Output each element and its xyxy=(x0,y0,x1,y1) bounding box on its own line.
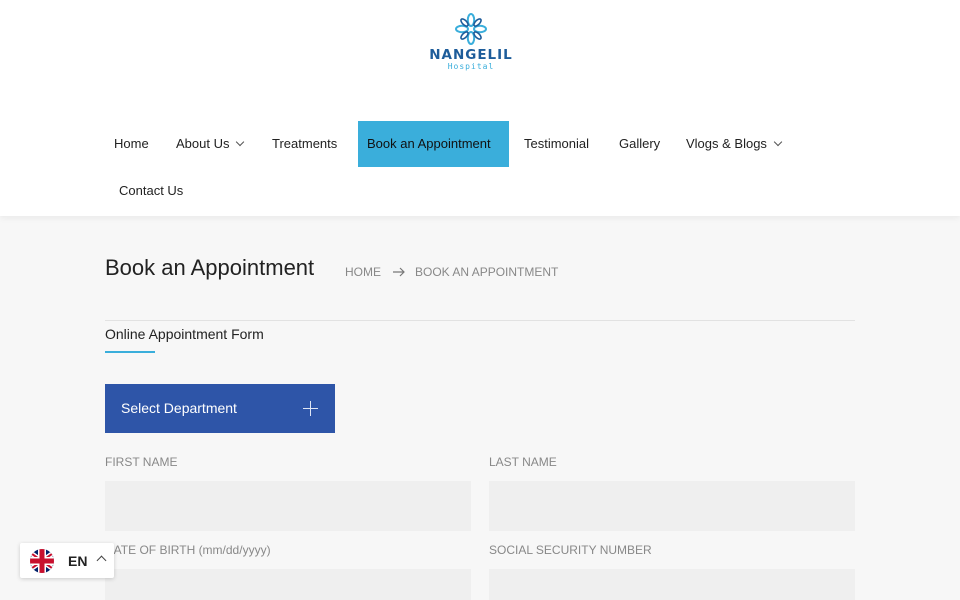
select-department-button[interactable]: Select Department xyxy=(105,384,335,433)
nav-item-contact-us[interactable]: Contact Us xyxy=(110,168,192,214)
nav-item-label: Gallery xyxy=(619,136,661,151)
dob-input[interactable] xyxy=(105,569,471,600)
nav-item-label: Book an Appointment xyxy=(367,136,491,151)
last-name-label: LAST NAME xyxy=(489,455,557,469)
main-nav: Home About Us Treatments Book an Appoint… xyxy=(0,0,960,216)
nav-item-about-us[interactable]: About Us xyxy=(167,121,252,167)
chevron-down-icon xyxy=(236,137,245,147)
uk-flag-icon xyxy=(30,549,54,573)
site-header: NANGELIL Hospital Home About Us Treatmen… xyxy=(0,0,960,216)
language-code: EN xyxy=(68,553,88,569)
nav-item-gallery[interactable]: Gallery xyxy=(610,121,669,167)
first-name-label: FIRST NAME xyxy=(105,455,178,469)
last-name-input[interactable] xyxy=(489,481,855,531)
nav-item-label: Contact Us xyxy=(119,183,184,198)
page-title: Book an Appointment xyxy=(105,255,315,280)
language-switcher[interactable]: EN xyxy=(20,543,114,578)
form-heading: Online Appointment Form xyxy=(105,326,264,342)
ssn-label: SOCIAL SECURITY NUMBER xyxy=(489,543,652,557)
ssn-input[interactable] xyxy=(489,569,855,600)
heading-underline xyxy=(105,351,155,353)
nav-item-testimonial[interactable]: Testimonial xyxy=(515,121,598,167)
chevron-down-icon xyxy=(773,137,783,147)
nav-item-book-appointment[interactable]: Book an Appointment xyxy=(358,121,509,167)
chevron-up-icon xyxy=(96,555,107,566)
divider xyxy=(105,320,855,321)
dob-label: DATE OF BIRTH (mm/dd/yyyy) xyxy=(105,543,271,557)
breadcrumb-current: BOOK AN APPOINTMENT xyxy=(415,265,559,279)
nav-item-label: Treatments xyxy=(272,136,338,151)
nav-item-home[interactable]: Home xyxy=(105,121,158,167)
arrow-right-icon xyxy=(393,267,405,277)
nav-item-vlogs-blogs[interactable]: Vlogs & Blogs xyxy=(677,121,790,167)
plus-icon xyxy=(303,401,318,416)
nav-item-label: Home xyxy=(114,136,149,151)
first-name-input[interactable] xyxy=(105,481,471,531)
nav-item-treatments[interactable]: Treatments xyxy=(263,121,346,167)
breadcrumb-home[interactable]: HOME xyxy=(345,264,381,280)
nav-item-label: Testimonial xyxy=(524,136,590,151)
nav-item-label: Vlogs & Blogs xyxy=(686,136,767,151)
nav-item-label: About Us xyxy=(176,136,230,151)
select-department-label: Select Department xyxy=(121,400,237,416)
